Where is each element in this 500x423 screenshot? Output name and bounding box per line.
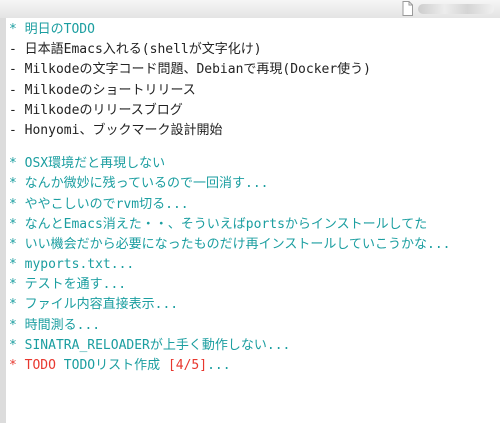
outline-item: * myports.txt... bbox=[9, 257, 135, 273]
todo-bullet: * bbox=[9, 358, 17, 373]
outline-item: * ファイル内容直接表示... bbox=[9, 297, 179, 313]
outline-item: * 時間測る... bbox=[9, 317, 101, 333]
outline-item: * なんとEmacs消えた・・、そういえばportsからインストールしてた bbox=[9, 216, 428, 232]
todo-item: - 日本語Emacs入れる(shellが文字化け) bbox=[9, 42, 262, 58]
outline-item: * テストを通す... bbox=[9, 277, 127, 293]
heading-bullet: * bbox=[9, 22, 17, 37]
outline-item: * SINATRA_RELOADERが上手く動作しない... bbox=[9, 337, 291, 353]
todo-ellipsis: ... bbox=[207, 358, 231, 373]
editor-window: * 明日のTODO - 日本語Emacs入れる(shellが文字化け) - Mi… bbox=[0, 0, 500, 423]
todo-title: TODOリスト作成 bbox=[63, 358, 161, 373]
todo-keyword: TODO bbox=[24, 358, 56, 373]
left-fringe bbox=[0, 18, 6, 423]
heading-title: 明日のTODO bbox=[24, 22, 95, 37]
text-buffer[interactable]: * 明日のTODO - 日本語Emacs入れる(shellが文字化け) - Mi… bbox=[9, 20, 495, 376]
todo-item: - Milkodeのリリースブログ bbox=[9, 102, 183, 118]
outline-item: * ややこしいのでrvm切る... bbox=[9, 196, 189, 212]
todo-item: - Honyomi、ブックマーク設計開始 bbox=[9, 122, 223, 138]
heading-line: * 明日のTODO bbox=[9, 20, 495, 40]
todo-heading-line: * TODO TODOリスト作成 [4/5]... bbox=[9, 356, 495, 376]
todo-item: - Milkodeの文字コード問題、Debianで再現(Docker使う) bbox=[9, 62, 372, 78]
outline-item: * いい機会だから必要になったものだけ再インストールしていこうかな... bbox=[9, 236, 451, 252]
progress-cookie: [4/5] bbox=[167, 358, 208, 373]
outline-item: * OSX環境だと再現しない bbox=[9, 156, 166, 172]
window-title bbox=[418, 4, 494, 14]
todo-item: - Milkodeのショートリリース bbox=[9, 82, 196, 98]
title-bar bbox=[0, 0, 500, 18]
outline-item: * なんか微妙に残っているので一回消す... bbox=[9, 176, 269, 192]
